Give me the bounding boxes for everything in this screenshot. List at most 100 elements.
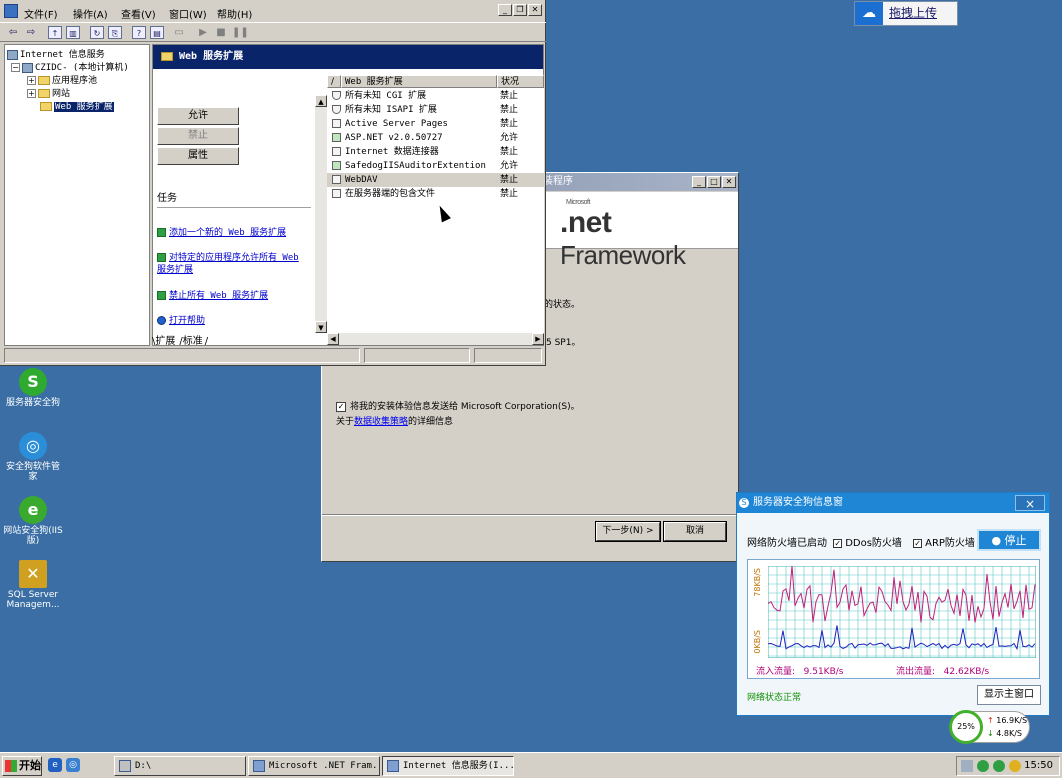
forward-arrow-icon[interactable]: ⇨ bbox=[24, 26, 38, 39]
safedog-tray-icon[interactable] bbox=[977, 760, 989, 772]
extension-row[interactable]: 所有未知 ISAPI 扩展 禁止 bbox=[327, 103, 544, 117]
stop-button[interactable]: ● 停止 bbox=[977, 529, 1041, 551]
menu-file[interactable]: 文件(F) bbox=[24, 6, 58, 21]
taskbar-item-drive-d[interactable]: D:\ bbox=[114, 756, 246, 776]
next-button[interactable]: 下一步(N) > bbox=[595, 521, 661, 542]
task-label[interactable]: 禁止所有 Web 服务扩展 bbox=[169, 291, 268, 301]
taskbar-item-label[interactable]: D:\ bbox=[135, 761, 151, 771]
taskbar: 开始 e ◎ D:\ Microsoft .NET Fram... Intern… bbox=[0, 752, 1062, 778]
safedog-tray-icon-2[interactable] bbox=[993, 760, 1005, 772]
extension-row[interactable]: ASP.NET v2.0.50727 允许 bbox=[327, 131, 544, 145]
tree-node-websites[interactable]: + 网站 bbox=[27, 86, 70, 99]
tree-node-iis-root[interactable]: Internet 信息服务 bbox=[7, 47, 105, 60]
play-icon[interactable]: ▶ bbox=[196, 26, 210, 39]
stop-icon[interactable]: ■ bbox=[214, 26, 228, 39]
start-button[interactable]: 开始 bbox=[2, 756, 42, 776]
collapse-icon[interactable]: − bbox=[11, 63, 20, 72]
extension-row[interactable]: 在服务器端的包含文件 禁止 bbox=[327, 187, 544, 201]
horizontal-scrollbar[interactable]: ◀ ▶ bbox=[327, 333, 544, 345]
desktop-icon-label: SQL Server Managem... bbox=[6, 590, 60, 610]
task-label[interactable]: 打开帮助 bbox=[169, 316, 205, 326]
menu-window[interactable]: 窗口(W) bbox=[169, 6, 207, 21]
task-label[interactable]: 添加一个新的 Web 服务扩展 bbox=[169, 228, 286, 238]
desktop-icon-website-safedog[interactable]: e 网站安全狗(IIS版) bbox=[2, 496, 64, 546]
show-tree-icon[interactable]: ▥ bbox=[66, 26, 80, 39]
mdi-minimize-button[interactable]: _ bbox=[498, 4, 512, 16]
cancel-button[interactable]: 取消 bbox=[663, 521, 727, 542]
export-list-icon[interactable]: ⎘ bbox=[108, 26, 122, 39]
expand-icon[interactable]: + bbox=[27, 89, 36, 98]
extension-row-selected[interactable]: WebDAV 禁止 bbox=[327, 173, 544, 187]
extension-row[interactable]: SafedogIISAuditorExtention 允许 bbox=[327, 159, 544, 173]
start-label[interactable]: 开始 bbox=[19, 759, 41, 772]
taskbar-item-label[interactable]: Microsoft .NET Fram... bbox=[269, 761, 379, 771]
mdi-close-button[interactable]: ✕ bbox=[528, 4, 542, 16]
update-tray-icon[interactable] bbox=[1009, 760, 1021, 772]
menu-help[interactable]: 帮助(H) bbox=[217, 6, 252, 21]
maximize-button[interactable]: □ bbox=[707, 176, 721, 188]
column-header-name[interactable]: Web 服务扩展 bbox=[341, 75, 497, 88]
send-experience-checkbox-row[interactable]: ✓ 将我的安装体验信息发送给 Microsoft Corporation(S)。 bbox=[336, 399, 580, 412]
send-experience-checkbox[interactable]: ✓ bbox=[336, 401, 346, 412]
desktop-icon-safedog-manager[interactable]: ◎ 安全狗软件管家 bbox=[2, 432, 64, 482]
menu-view[interactable]: 查看(V) bbox=[121, 6, 156, 21]
scroll-down-icon[interactable]: ▼ bbox=[315, 321, 327, 333]
task-label[interactable]: 对特定的应用程序允许所有 Web 服务扩展 bbox=[157, 253, 299, 275]
scroll-left-icon[interactable]: ◀ bbox=[327, 333, 339, 345]
task-prohibit-all[interactable]: 禁止所有 Web 服务扩展 bbox=[157, 290, 313, 302]
help-icon[interactable]: ? bbox=[132, 26, 146, 39]
drag-upload-widget[interactable]: ☁ 拖拽上传 bbox=[854, 1, 958, 26]
extension-row[interactable]: 所有未知 CGI 扩展 禁止 bbox=[327, 89, 544, 103]
tab-label[interactable]: 标准 bbox=[183, 336, 203, 347]
taskbar-item-dotnet[interactable]: Microsoft .NET Fram... bbox=[248, 756, 380, 776]
properties-button[interactable]: 属性 bbox=[157, 147, 239, 165]
scroll-up-icon[interactable]: ▲ bbox=[315, 95, 327, 107]
column-header-status[interactable]: 状况 bbox=[497, 75, 544, 88]
ie-icon[interactable]: e bbox=[48, 758, 62, 772]
pause-icon[interactable]: ❚❚ bbox=[232, 26, 249, 39]
close-button[interactable]: ✕ bbox=[722, 176, 736, 188]
tab-extended[interactable]: \扩展 bbox=[152, 336, 177, 347]
desktop-icon-sql-server[interactable]: ✕ SQL Server Managem... bbox=[2, 560, 64, 610]
arp-checkbox[interactable]: ✓ bbox=[913, 538, 923, 548]
close-button[interactable]: × bbox=[1015, 495, 1045, 511]
task-open-help[interactable]: 打开帮助 bbox=[157, 315, 313, 327]
refresh-icon[interactable]: ↻ bbox=[90, 26, 104, 39]
allow-button[interactable]: 允许 bbox=[157, 107, 239, 125]
extension-row[interactable]: Active Server Pages 禁止 bbox=[327, 117, 544, 131]
extension-row[interactable]: Internet 数据连接器 禁止 bbox=[327, 145, 544, 159]
computer-icon[interactable]: ▭ bbox=[172, 26, 186, 39]
network-tray-icon[interactable] bbox=[961, 760, 973, 772]
network-speed-meter[interactable]: 25% ↑ 16.9K/S ↓ 4.8K/S bbox=[949, 710, 1030, 744]
network-status: 网络状态正常 bbox=[747, 693, 802, 703]
details-header: Web 服务扩展 bbox=[153, 45, 543, 69]
scroll-right-icon[interactable]: ▶ bbox=[532, 333, 544, 345]
mdi-restore-button[interactable]: ❐ bbox=[513, 4, 527, 16]
minimize-button[interactable]: _ bbox=[692, 176, 706, 188]
up-level-icon[interactable]: ↑ bbox=[48, 26, 62, 39]
taskbar-item-iis[interactable]: Internet 信息服务(I... bbox=[382, 756, 514, 776]
tree-node-computer[interactable]: − CZIDC- (本地计算机) bbox=[11, 60, 129, 73]
task-add-extension[interactable]: 添加一个新的 Web 服务扩展 bbox=[157, 227, 313, 239]
tree-node-web-service-ext[interactable]: Web 服务扩展 bbox=[40, 99, 114, 112]
prohibit-button[interactable]: 禁止 bbox=[157, 127, 239, 145]
stop-label[interactable]: 停止 bbox=[1005, 534, 1027, 547]
back-arrow-icon[interactable]: ⇦ bbox=[6, 26, 20, 39]
drag-upload-label[interactable]: 拖拽上传 bbox=[889, 2, 937, 25]
folder-icon bbox=[38, 76, 50, 85]
tab-standard[interactable]: /标准 / bbox=[179, 336, 208, 347]
ddos-checkbox[interactable]: ✓ bbox=[833, 538, 843, 548]
explorer-icon[interactable]: ◎ bbox=[66, 758, 80, 772]
taskbar-item-label[interactable]: Internet 信息服务(I... bbox=[403, 761, 513, 771]
vertical-scrollbar[interactable]: ▲ ▼ bbox=[315, 95, 327, 333]
sort-icon-column[interactable]: / bbox=[327, 75, 341, 88]
tab-label[interactable]: 扩展 bbox=[155, 336, 175, 347]
show-main-window-button[interactable]: 显示主窗口 bbox=[977, 685, 1041, 705]
tree-node-app-pools[interactable]: + 应用程序池 bbox=[27, 73, 97, 86]
data-collection-policy-link[interactable]: 数据收集策略 bbox=[354, 417, 408, 427]
task-allow-all-for-app[interactable]: 对特定的应用程序允许所有 Web 服务扩展 bbox=[157, 252, 313, 276]
desktop-icon-server-safedog[interactable]: S 服务器安全狗 bbox=[2, 368, 64, 408]
properties-icon[interactable]: ▤ bbox=[150, 26, 164, 39]
expand-icon[interactable]: + bbox=[27, 76, 36, 85]
menu-action[interactable]: 操作(A) bbox=[73, 6, 108, 21]
